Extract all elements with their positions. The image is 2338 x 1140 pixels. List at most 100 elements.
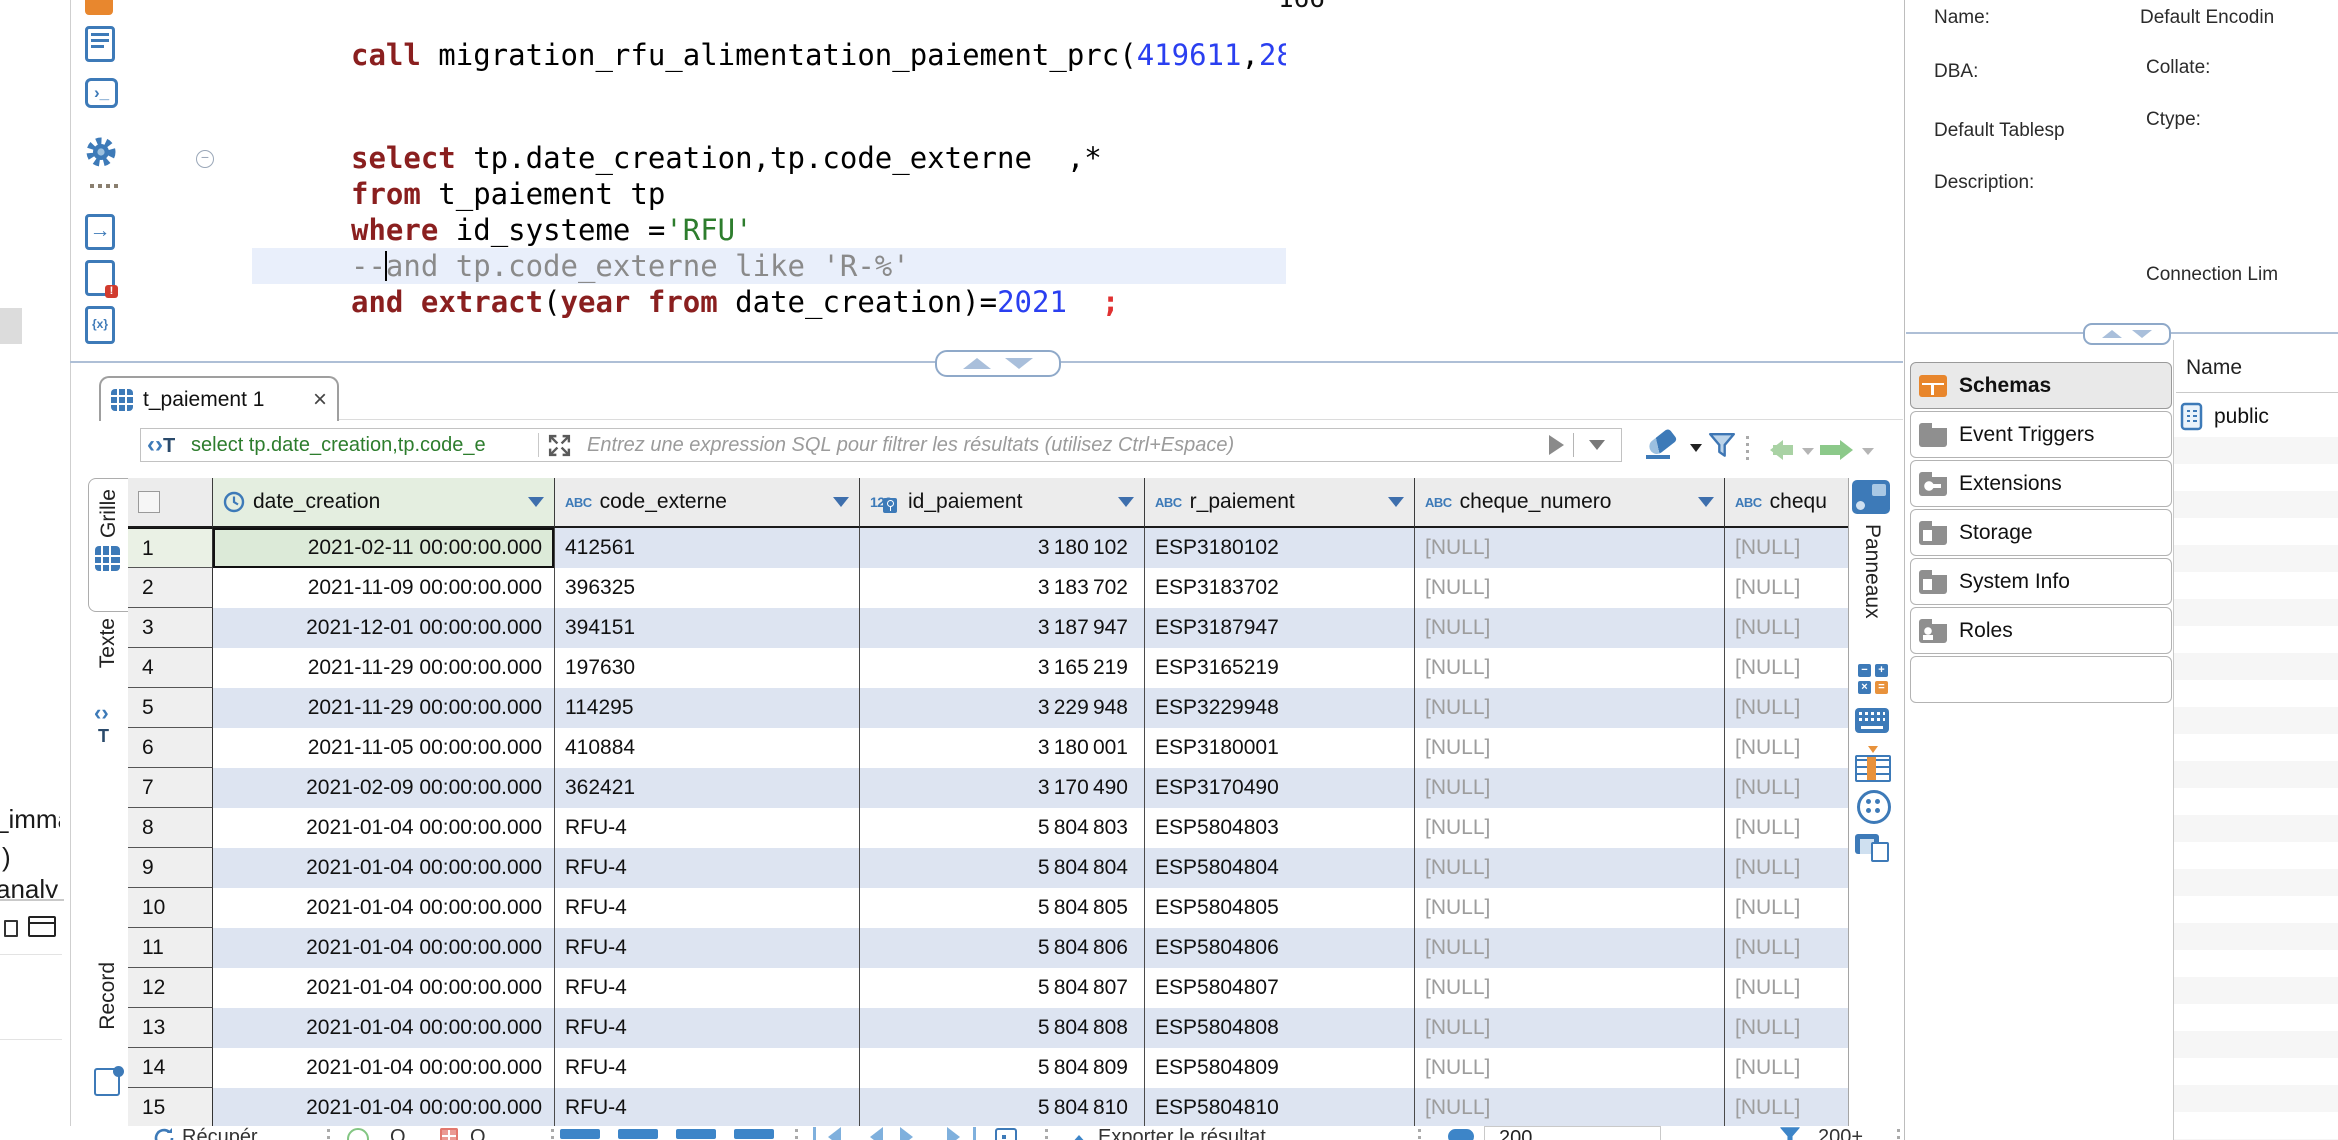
cell-id-paiement[interactable]: 3 187 947 [860, 608, 1145, 648]
cell-code-externe[interactable]: 396325 [555, 568, 860, 608]
cell-code-externe[interactable]: 394151 [555, 608, 860, 648]
cell-id-paiement[interactable]: 5 804 803 [860, 808, 1145, 848]
collapse-up-icon[interactable] [963, 358, 991, 369]
cell-cheque-numero[interactable]: [NULL] [1415, 1088, 1725, 1128]
cell-id-paiement[interactable]: 3 180 102 [860, 528, 1145, 568]
cell-r-paiement[interactable]: ESP3180001 [1145, 728, 1415, 768]
row-number-cell[interactable]: 7 [128, 768, 213, 808]
column-header-code-externe[interactable]: ABC code_externe [555, 478, 860, 528]
export-result-button[interactable]: Exporter le résultat... [1098, 1126, 1283, 1140]
cell-id-paiement[interactable]: 3 170 490 [860, 768, 1145, 808]
table-row[interactable]: 4 2021-11-29 00:00:00.000 197630 3 165 2… [128, 648, 1848, 688]
cell-cheque2[interactable]: [NULL] [1725, 608, 1848, 648]
cell-cheque2[interactable]: [NULL] [1725, 848, 1848, 888]
filter-dropdown-icon[interactable] [1589, 440, 1605, 450]
panels-icon[interactable] [1852, 480, 1890, 514]
script-error-icon[interactable]: ! [85, 260, 115, 296]
cell-id-paiement[interactable]: 5 804 806 [860, 928, 1145, 968]
fold-collapse-icon[interactable]: − [196, 150, 214, 168]
table-row[interactable]: 11 2021-01-04 00:00:00.000 RFU-4 5 804 8… [128, 928, 1848, 968]
cell-date-creation[interactable]: 2021-12-01 00:00:00.000 [213, 608, 555, 648]
cell-cheque-numero[interactable]: [NULL] [1415, 888, 1725, 928]
row-number-cell[interactable]: 11 [128, 928, 213, 968]
cell-date-creation[interactable]: 2021-01-04 00:00:00.000 [213, 888, 555, 928]
row-number-cell[interactable]: 14 [128, 1048, 213, 1088]
cell-date-creation[interactable]: 2021-01-04 00:00:00.000 [213, 848, 555, 888]
nav-tab-item[interactable]: System Info [1910, 558, 2172, 605]
cell-date-creation[interactable]: 2021-01-04 00:00:00.000 [213, 1048, 555, 1088]
tab-grille[interactable]: Grille [88, 478, 128, 612]
cell-code-externe[interactable]: RFU-4 [555, 1048, 860, 1088]
cell-cheque2[interactable]: [NULL] [1725, 1088, 1848, 1128]
value-panel-icon[interactable] [1857, 790, 1891, 824]
layout-panel-icon[interactable] [1855, 834, 1889, 862]
drag-dots-icon[interactable] [90, 184, 94, 188]
apply-filter-play-icon[interactable] [1549, 435, 1564, 455]
cell-r-paiement[interactable]: ESP3165219 [1145, 648, 1415, 688]
right-splitter-collapse-control[interactable] [2083, 323, 2171, 345]
cell-code-externe[interactable]: RFU-4 [555, 928, 860, 968]
nav-tab-item[interactable]: Storage [1910, 509, 2172, 556]
fetch-size-input[interactable]: 200 [1484, 1126, 1661, 1140]
row-number-cell[interactable]: 6 [128, 728, 213, 768]
cell-r-paiement[interactable]: ESP3187947 [1145, 608, 1415, 648]
table-row[interactable]: 8 2021-01-04 00:00:00.000 RFU-4 5 804 80… [128, 808, 1848, 848]
row-number-cell[interactable]: 10 [128, 888, 213, 928]
cell-date-creation[interactable]: 2021-02-09 00:00:00.000 [213, 768, 555, 808]
cell-date-creation[interactable]: 2021-11-09 00:00:00.000 [213, 568, 555, 608]
select-all-corner[interactable] [128, 478, 213, 528]
cell-cheque2[interactable]: [NULL] [1725, 888, 1848, 928]
eraser-dropdown-icon[interactable] [1690, 444, 1702, 452]
cell-cheque2[interactable]: [NULL] [1725, 1048, 1848, 1088]
cell-code-externe[interactable]: 114295 [555, 688, 860, 728]
table-row[interactable]: 10 2021-01-04 00:00:00.000 RFU-4 5 804 8… [128, 888, 1848, 928]
table-row[interactable]: 15 2021-01-04 00:00:00.000 RFU-4 5 804 8… [128, 1088, 1848, 1128]
cell-date-creation[interactable]: 2021-01-04 00:00:00.000 [213, 928, 555, 968]
name-column-header[interactable]: Name [2186, 356, 2242, 380]
settings-gear-icon[interactable] [85, 136, 117, 173]
cell-id-paiement[interactable]: 3 180 001 [860, 728, 1145, 768]
next-row-icon[interactable] [900, 1127, 923, 1140]
cell-cheque2[interactable]: [NULL] [1725, 968, 1848, 1008]
history-back-icon[interactable] [1760, 440, 1796, 460]
tab-record-label[interactable]: Record [96, 962, 120, 1030]
close-icon[interactable]: × [313, 386, 327, 414]
keyboard-panel-icon[interactable] [1855, 708, 1889, 733]
cell-r-paiement[interactable]: ESP5804803 [1145, 808, 1415, 848]
table-row[interactable]: 14 2021-01-04 00:00:00.000 RFU-4 5 804 8… [128, 1048, 1848, 1088]
column-header-date-creation[interactable]: date_creation [213, 478, 555, 528]
status-green-icon[interactable] [347, 1128, 369, 1140]
collapse-down-icon[interactable] [1005, 358, 1033, 369]
cell-r-paiement[interactable]: ESP5804810 [1145, 1088, 1415, 1128]
cell-cheque-numero[interactable]: [NULL] [1415, 848, 1725, 888]
sql-filter-input[interactable]: ‹›T select tp.date_creation,tp.code_e En… [140, 428, 1622, 462]
row-number-cell[interactable]: 13 [128, 1008, 213, 1048]
cell-cheque2[interactable]: [NULL] [1725, 688, 1848, 728]
table-row[interactable]: 6 2021-11-05 00:00:00.000 410884 3 180 0… [128, 728, 1848, 768]
cell-code-externe[interactable]: RFU-4 [555, 888, 860, 928]
cell-date-creation[interactable]: 2021-11-29 00:00:00.000 [213, 688, 555, 728]
cell-cheque2[interactable]: [NULL] [1725, 768, 1848, 808]
table-row[interactable]: 2 2021-11-09 00:00:00.000 396325 3 183 7… [128, 568, 1848, 608]
cell-code-externe[interactable]: 412561 [555, 528, 860, 568]
column-panel-icon[interactable] [1855, 746, 1889, 780]
column-header-id-paiement[interactable]: 123 id_paiement [860, 478, 1145, 528]
cell-cheque2[interactable]: [NULL] [1725, 928, 1848, 968]
nav-tab-item[interactable] [1910, 656, 2172, 703]
table-row[interactable]: 9 2021-01-04 00:00:00.000 RFU-4 5 804 80… [128, 848, 1848, 888]
row-number-cell[interactable]: 12 [128, 968, 213, 1008]
cell-id-paiement[interactable]: 3 165 219 [860, 648, 1145, 688]
cell-code-externe[interactable]: RFU-4 [555, 848, 860, 888]
tab-panneaux-label[interactable]: Panneaux [1860, 524, 1884, 619]
script-variables-icon[interactable]: {x} [85, 306, 115, 344]
cell-date-creation[interactable]: 2021-11-29 00:00:00.000 [213, 648, 555, 688]
cell-code-externe[interactable]: 410884 [555, 728, 860, 768]
cell-r-paiement[interactable]: ESP5804806 [1145, 928, 1415, 968]
cell-code-externe[interactable]: RFU-4 [555, 1088, 860, 1128]
last-row-icon[interactable] [947, 1127, 970, 1140]
cell-id-paiement[interactable]: 5 804 808 [860, 1008, 1145, 1048]
cell-date-creation[interactable]: 2021-02-11 00:00:00.000 [213, 528, 555, 568]
column-dropdown-icon[interactable] [1698, 497, 1714, 507]
cell-cheque-numero[interactable]: [NULL] [1415, 768, 1725, 808]
cell-cheque-numero[interactable]: [NULL] [1415, 1008, 1725, 1048]
